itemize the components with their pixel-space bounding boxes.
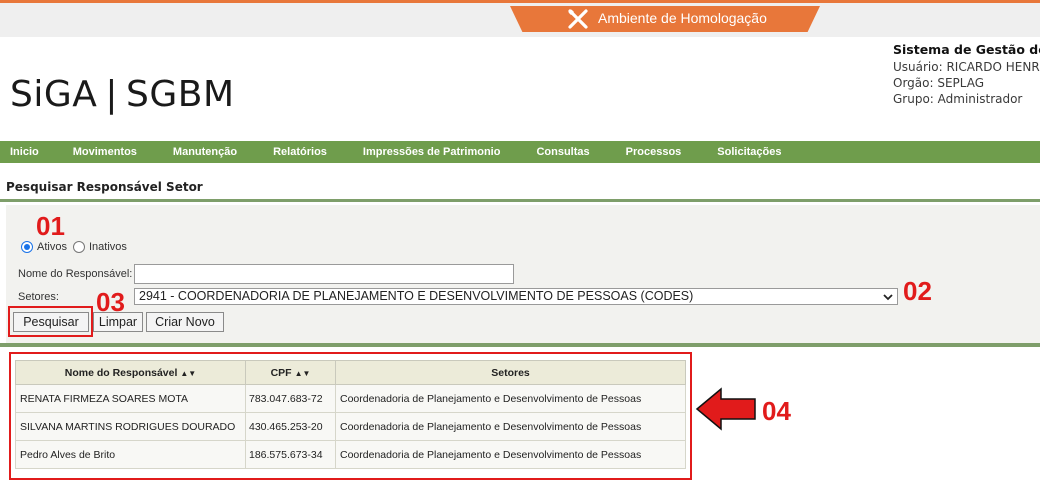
menu-solicitacoes[interactable]: Solicitações — [717, 146, 781, 158]
arrow-left-icon — [695, 387, 756, 431]
user-info: Sistema de Gestão de Usuário: RICARDO HE… — [893, 42, 1040, 107]
user-orgao: Orgão: SEPLAG — [893, 76, 985, 90]
menu-movimentos[interactable]: Movimentos — [73, 146, 137, 158]
form-divider — [0, 343, 1040, 347]
logo-separator: | — [105, 74, 119, 115]
responsavel-input[interactable] — [134, 264, 514, 284]
radio-ativos[interactable] — [21, 241, 33, 253]
annotation-04-box — [9, 352, 692, 480]
setores-label: Setores: — [18, 291, 59, 303]
menu-consultas[interactable]: Consultas — [536, 146, 589, 158]
main-menu: Inicio Movimentos Manutenção Relatórios … — [0, 141, 1040, 163]
radio-ativos-label: Ativos — [37, 241, 67, 253]
chevron-down-icon — [883, 294, 893, 301]
setores-select[interactable]: 2941 - COORDENADORIA DE PLANEJAMENTO E D… — [134, 288, 898, 305]
status-filter: Ativos Inativos — [21, 241, 133, 253]
menu-processos[interactable]: Processos — [626, 146, 682, 158]
annotation-04: 04 — [762, 396, 791, 426]
tools-icon — [568, 9, 588, 29]
annotation-02: 02 — [903, 276, 932, 306]
radio-inativos[interactable] — [72, 241, 85, 253]
logo-siga: SiGA — [10, 74, 98, 115]
setores-selected-value: 2941 - COORDENADORIA DE PLANEJAMENTO E D… — [139, 289, 694, 303]
logo-sgbm: SGBM — [126, 74, 235, 115]
system-title: Sistema de Gestão de — [893, 42, 1040, 57]
environment-label: Ambiente de Homologação — [598, 10, 767, 26]
menu-manutencao[interactable]: Manutenção — [173, 146, 237, 158]
annotation-03-box — [8, 306, 93, 337]
responsavel-label: Nome do Responsável: — [18, 268, 133, 280]
page-title: Pesquisar Responsável Setor — [6, 180, 203, 194]
annotation-03: 03 — [96, 287, 125, 317]
menu-relatorios[interactable]: Relatórios — [273, 146, 327, 158]
title-divider — [0, 199, 1040, 202]
create-new-button[interactable]: Criar Novo — [146, 312, 224, 332]
environment-bar: Ambiente de Homologação — [0, 0, 1040, 37]
environment-tab: Ambiente de Homologação — [510, 6, 820, 32]
menu-impressoes[interactable]: Impressões de Patrimonio — [363, 146, 501, 158]
app-logo[interactable]: SiGA | SGBM — [10, 74, 235, 115]
user-grupo: Grupo: Administrador — [893, 92, 1023, 106]
radio-inativos-label: Inativos — [88, 241, 127, 253]
menu-inicio[interactable]: Inicio — [10, 146, 39, 158]
page: Ambiente de Homologação SiGA | SGBM Sistem… — [0, 0, 1040, 499]
annotation-01: 01 — [36, 211, 65, 241]
user-name: Usuário: RICARDO HENR — [893, 60, 1040, 74]
